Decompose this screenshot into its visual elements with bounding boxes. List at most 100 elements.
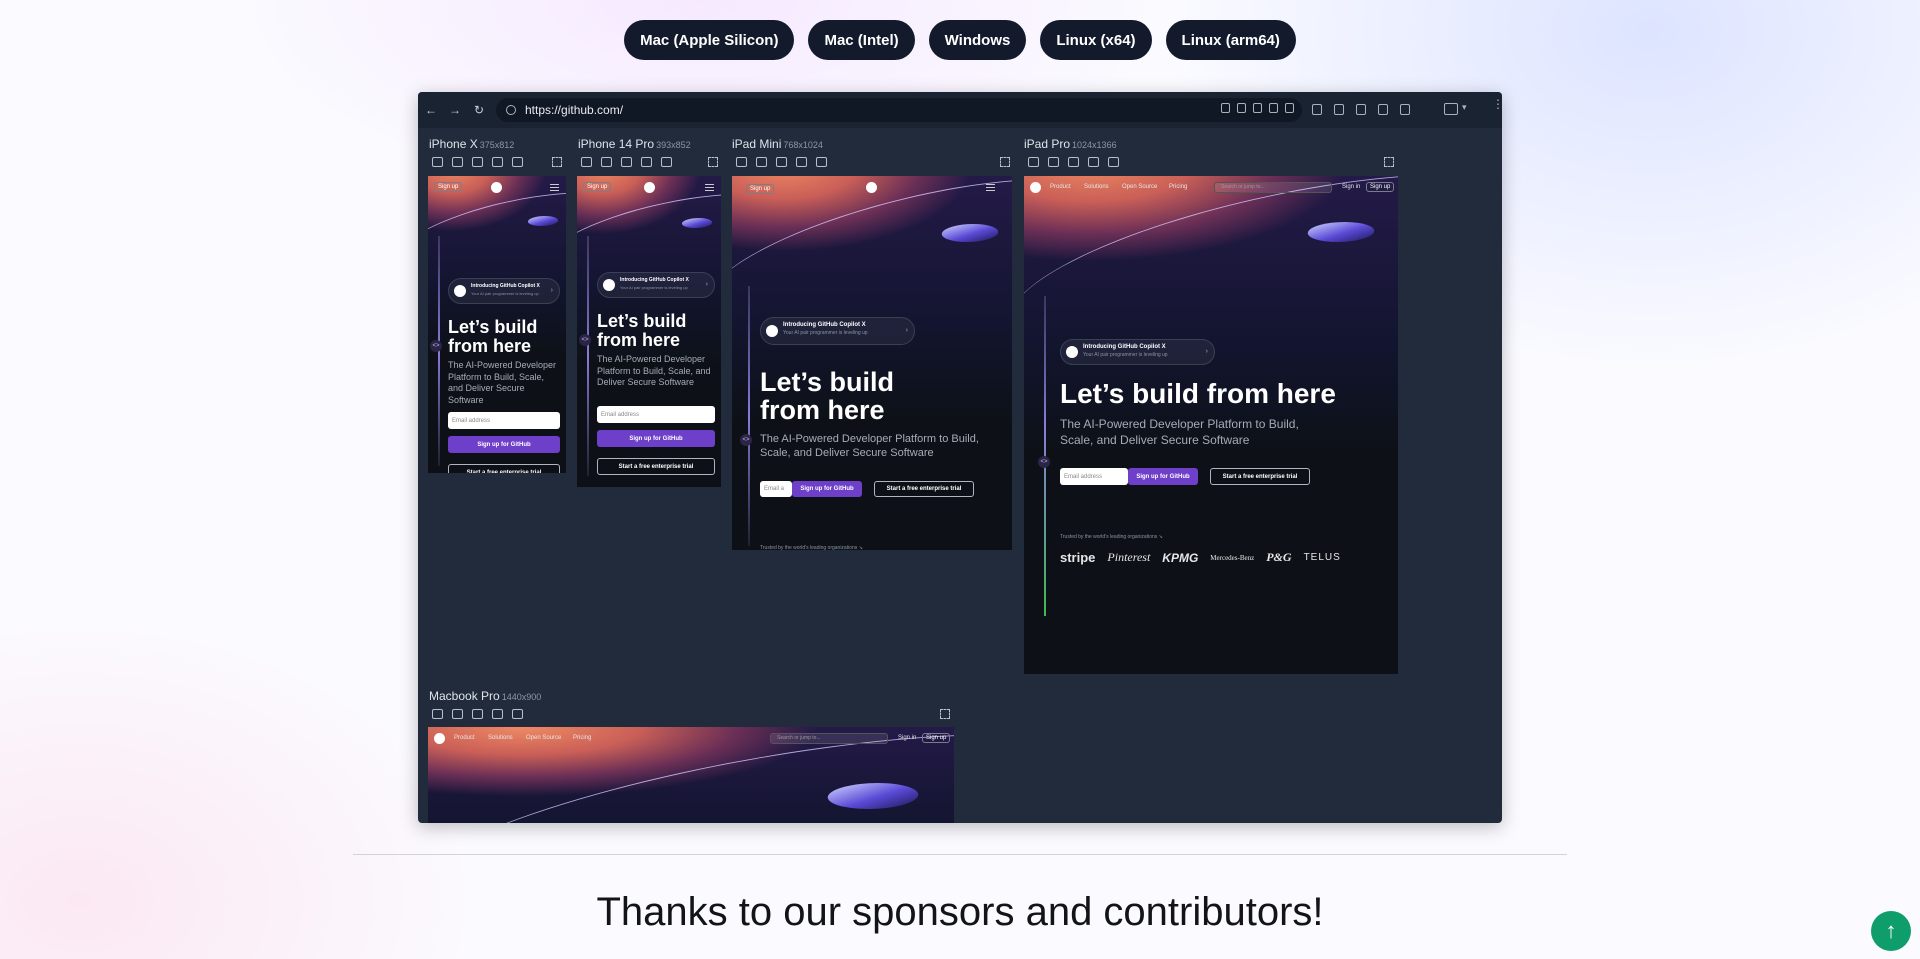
copy-icon[interactable] [816, 157, 827, 167]
network-icon[interactable] [1253, 103, 1262, 113]
enterprise-trial-button[interactable]: Start a free enterprise trial [874, 481, 974, 497]
fullscreen-icon[interactable] [940, 709, 950, 719]
screenshot-icon[interactable] [1221, 103, 1230, 113]
code-icon[interactable] [1088, 157, 1099, 167]
nav-solutions[interactable]: Solutions [1084, 184, 1109, 190]
signup-github-button[interactable]: Sign up for GitHub [597, 430, 715, 447]
home-icon[interactable] [1269, 103, 1278, 113]
rotate-icon[interactable] [1028, 157, 1039, 167]
copy-icon[interactable] [512, 709, 523, 719]
viewport-ipad-pro[interactable]: Product Solutions Open Source Pricing Se… [1024, 176, 1398, 674]
signup-github-button[interactable]: Sign up for GitHub [792, 481, 862, 497]
fullscreen-icon[interactable] [1384, 157, 1394, 167]
copilot-announcement[interactable]: Introducing GitHub Copilot X Your AI pai… [597, 272, 715, 298]
enterprise-trial-button[interactable]: Start a free enterprise trial [448, 464, 560, 473]
signup-small-button[interactable]: Sign up [583, 182, 612, 192]
menu-icon[interactable] [550, 184, 559, 191]
device-name: iPad Mini [732, 137, 782, 151]
rotate-icon[interactable] [736, 157, 747, 167]
viewport-macbook-pro[interactable]: Product Solutions Open Source Pricing Se… [428, 727, 954, 823]
customer-logos: stripe Pinterest KPMG Mercedes-Benz P&G … [1060, 550, 1341, 565]
rotate-icon[interactable] [432, 709, 443, 719]
signin-link[interactable]: Sign in [898, 735, 916, 741]
copilot-announcement[interactable]: Introducing GitHub Copilot X Your AI pai… [448, 278, 560, 304]
star-icon[interactable] [1285, 103, 1294, 113]
devices-icon[interactable] [1237, 103, 1246, 113]
copy-icon[interactable] [512, 157, 523, 167]
camera-icon[interactable] [452, 157, 463, 167]
signup-github-button[interactable]: Sign up for GitHub [1128, 468, 1198, 485]
copy-icon[interactable] [1108, 157, 1119, 167]
copilot-announcement[interactable]: Introducing GitHub Copilot X Your AI pai… [1060, 339, 1215, 365]
code-icon[interactable] [492, 157, 503, 167]
copy-icon[interactable] [661, 157, 672, 167]
menu-icon[interactable] [705, 184, 714, 191]
camera-icon[interactable] [601, 157, 612, 167]
view-mode-icon[interactable] [1444, 103, 1458, 115]
rotate-icon[interactable] [581, 157, 592, 167]
download-linux-x64-button[interactable]: Linux (x64) [1040, 20, 1152, 60]
pen-icon[interactable] [472, 157, 483, 167]
chevron-down-icon[interactable]: ▾ [1462, 102, 1467, 113]
download-linux-arm64-button[interactable]: Linux (arm64) [1165, 20, 1296, 60]
timeline-line [748, 286, 750, 546]
nav-open-source[interactable]: Open Source [526, 735, 561, 741]
nav-product[interactable]: Product [1050, 184, 1071, 190]
menu-icon[interactable] [986, 184, 995, 191]
email-input[interactable]: Email address [448, 412, 560, 429]
announcement-title: Introducing GitHub Copilot X [783, 322, 866, 328]
viewport-iphone-14-pro[interactable]: Sign up <> Introducing GitHub Copilot X … [577, 176, 721, 487]
code-icon[interactable] [641, 157, 652, 167]
fullscreen-icon[interactable] [552, 157, 562, 167]
scroll-to-top-button[interactable]: ↑ [1871, 911, 1911, 951]
download-windows-button[interactable]: Windows [928, 20, 1027, 60]
signup-small-button[interactable]: Sign up [1366, 182, 1395, 192]
copilot-icon [766, 325, 778, 337]
code-icon[interactable] [492, 709, 503, 719]
notes-icon[interactable] [1378, 104, 1388, 115]
nav-solutions[interactable]: Solutions [488, 735, 513, 741]
camera-icon[interactable] [1048, 157, 1059, 167]
viewport-iphone-x[interactable]: Sign up <> Introducing GitHub Copilot X … [428, 176, 566, 473]
pen-icon[interactable] [1068, 157, 1079, 167]
search-input[interactable]: Search or jump to... [1214, 182, 1332, 193]
pen-icon[interactable] [621, 157, 632, 167]
pen-icon[interactable] [472, 709, 483, 719]
signup-small-button[interactable]: Sign up [434, 182, 463, 192]
search-input[interactable]: Search or jump to... [770, 733, 888, 744]
address-bar[interactable]: https://github.com/ [496, 98, 1302, 122]
download-mac-intel-button[interactable]: Mac (Intel) [808, 20, 915, 60]
nav-pricing[interactable]: Pricing [1169, 184, 1187, 190]
code-icon[interactable] [796, 157, 807, 167]
signin-link[interactable]: Sign in [1342, 184, 1360, 190]
rotate-icon[interactable] [432, 157, 443, 167]
back-icon[interactable]: ← [420, 103, 442, 117]
camera-icon[interactable] [1356, 104, 1366, 115]
reload-icon[interactable]: ↻ [468, 103, 490, 117]
email-input[interactable]: Email a [760, 481, 792, 497]
pen-icon[interactable] [776, 157, 787, 167]
nav-open-source[interactable]: Open Source [1122, 184, 1157, 190]
email-input[interactable]: Email address [1060, 468, 1128, 485]
layout-icon[interactable] [1312, 104, 1322, 115]
copilot-announcement[interactable]: Introducing GitHub Copilot X Your AI pai… [760, 317, 915, 345]
camera-icon[interactable] [756, 157, 767, 167]
nav-pricing[interactable]: Pricing [573, 735, 591, 741]
download-mac-apple-silicon-button[interactable]: Mac (Apple Silicon) [624, 20, 795, 60]
email-input[interactable]: Email address [597, 406, 715, 423]
more-icon[interactable]: ⋮ [1492, 98, 1502, 110]
layers-icon[interactable] [1400, 104, 1410, 115]
camera-icon[interactable] [452, 709, 463, 719]
responsive-icon[interactable] [1334, 104, 1344, 115]
nav-product[interactable]: Product [454, 735, 475, 741]
logo-pinterest: Pinterest [1107, 550, 1151, 564]
signup-small-button[interactable]: Sign up [746, 184, 775, 194]
signup-github-button[interactable]: Sign up for GitHub [448, 436, 560, 453]
enterprise-trial-button[interactable]: Start a free enterprise trial [1210, 468, 1310, 485]
enterprise-trial-button[interactable]: Start a free enterprise trial [597, 458, 715, 475]
fullscreen-icon[interactable] [1000, 157, 1010, 167]
forward-icon[interactable]: → [444, 103, 466, 117]
signup-small-button[interactable]: Sign up [922, 733, 951, 743]
fullscreen-icon[interactable] [708, 157, 718, 167]
viewport-ipad-mini[interactable]: Sign up <> Introducing GitHub Copilot X … [732, 176, 1012, 550]
